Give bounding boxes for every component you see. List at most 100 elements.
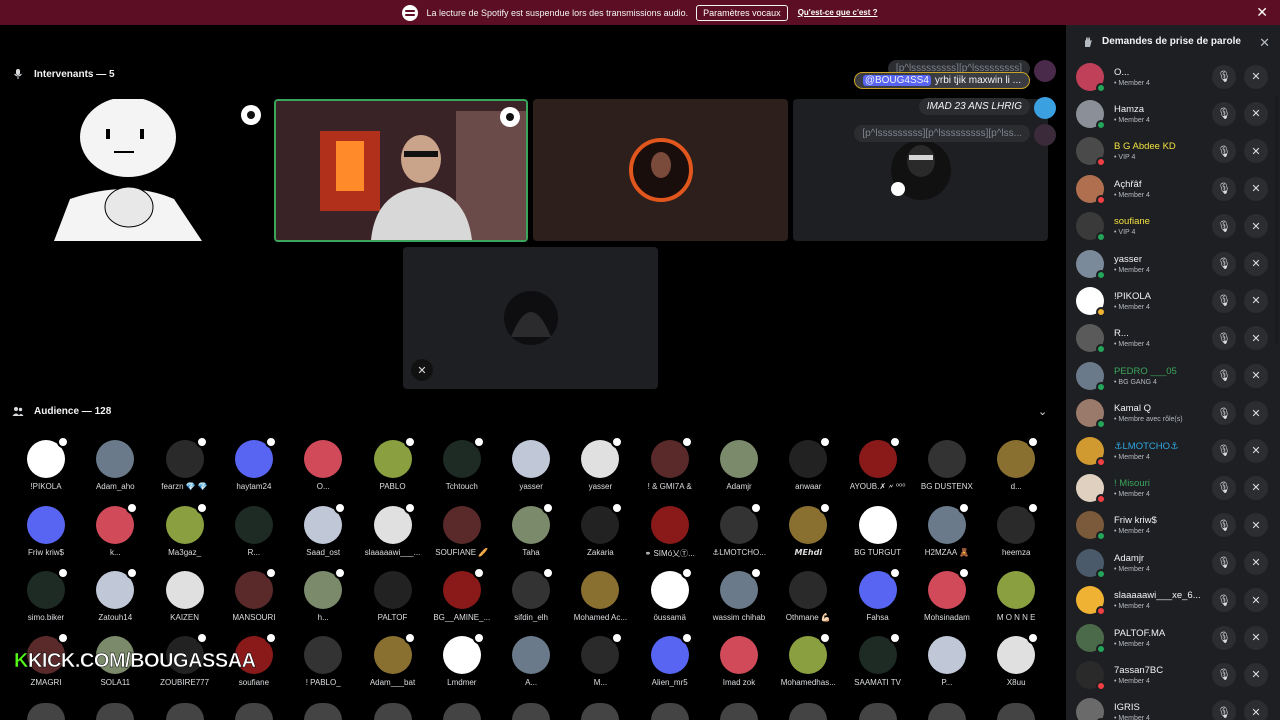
audience-member[interactable]: Alien_mr5 [634, 632, 706, 687]
dismiss-request-button[interactable]: ✕ [1244, 176, 1268, 201]
dismiss-request-button[interactable]: ✕ [1244, 363, 1268, 388]
audience-member[interactable]: fearzn 💎 💎 [149, 436, 221, 491]
request-item[interactable]: Adamjr • Member 4 🎙 ✕ [1066, 544, 1280, 581]
audience-member[interactable]: ⚓LMOTCHO... [703, 502, 775, 557]
pin-icon[interactable] [500, 107, 520, 127]
audience-member[interactable]: PABLO [357, 436, 429, 491]
speaker-tile[interactable]: ✕ [403, 247, 658, 389]
invite-to-speak-button[interactable]: 🎙 [1212, 513, 1236, 538]
request-item[interactable]: !PIKOLA • Member 4 🎙 ✕ [1066, 282, 1280, 319]
audience-member[interactable]: Taha [495, 502, 567, 557]
invite-to-speak-button[interactable]: 🎙 [1212, 214, 1236, 239]
audience-header[interactable]: Audience — 128 [12, 405, 111, 417]
audience-member[interactable]: öussamä [634, 567, 706, 622]
request-item[interactable]: O... • Member 4 🎙 ✕ [1066, 58, 1280, 95]
invite-to-speak-button[interactable]: 🎙 [1212, 475, 1236, 500]
audience-member[interactable]: A... [495, 636, 567, 687]
dismiss-request-button[interactable]: ✕ [1244, 475, 1268, 500]
dismiss-request-button[interactable]: ✕ [1244, 700, 1268, 720]
close-icon[interactable]: ✕ [1256, 4, 1268, 21]
audience-member[interactable]: Tchtouch [426, 436, 498, 491]
request-item[interactable]: Friw kriw$ • Member 4 🎙 ✕ [1066, 507, 1280, 544]
audience-member[interactable]: !PIKOLA [10, 436, 82, 491]
invite-to-speak-button[interactable]: 🎙 [1212, 700, 1236, 720]
request-item[interactable]: ⚓LMOTCHO⚓ • Member 4 🎙 ✕ [1066, 432, 1280, 469]
invite-to-speak-button[interactable]: 🎙 [1212, 438, 1236, 463]
audience-member[interactable]: Lmdmer [426, 632, 498, 687]
dismiss-request-button[interactable]: ✕ [1244, 214, 1268, 239]
audience-member[interactable]: sifdin_elh [495, 567, 567, 622]
request-item[interactable]: B G Abdee KD • VIP 4 🎙 ✕ [1066, 133, 1280, 170]
audience-member[interactable]: AYOUB.✗ 🗲 ⁰⁰⁰ [842, 436, 914, 492]
dismiss-request-button[interactable]: ✕ [1244, 326, 1268, 351]
invite-to-speak-button[interactable]: 🎙 [1212, 625, 1236, 650]
audience-member[interactable]: KAIZEN [149, 571, 221, 622]
dismiss-request-button[interactable]: ✕ [1244, 662, 1268, 687]
dismiss-request-button[interactable]: ✕ [1244, 288, 1268, 313]
audience-member[interactable]: H2MZAA 🧸 [911, 502, 983, 557]
audience-member[interactable]: SAAMATI TV [842, 632, 914, 687]
invite-to-speak-button[interactable]: 🎙 [1212, 64, 1236, 89]
audience-member[interactable]: Mohsinadam [911, 567, 983, 622]
audience-member[interactable]: ! PABLO_ [287, 636, 359, 687]
request-item[interactable]: Hamza • Member 4 🎙 ✕ [1066, 95, 1280, 132]
dismiss-request-button[interactable]: ✕ [1244, 251, 1268, 276]
audience-member[interactable]: ⚭ SIMó乂Ⓣ... [634, 506, 706, 559]
request-item[interactable]: R... • Member 4 🎙 ✕ [1066, 320, 1280, 357]
dismiss-request-button[interactable]: ✕ [1244, 139, 1268, 164]
invite-to-speak-button[interactable]: 🎙 [1212, 550, 1236, 575]
audience-member[interactable]: yasser [495, 440, 567, 491]
request-item[interactable]: Açhřâf • Member 4 🎙 ✕ [1066, 170, 1280, 207]
audience-member[interactable]: Zakaria [564, 502, 636, 557]
request-item[interactable]: Kamal Q • Membre avec rôle(s) 🎙 ✕ [1066, 395, 1280, 432]
pin-icon[interactable] [241, 105, 261, 125]
audience-member[interactable]: 𝙈𝙀𝙝𝙙𝙞 [772, 502, 844, 557]
invite-to-speak-button[interactable]: 🎙 [1212, 251, 1236, 276]
dismiss-request-button[interactable]: ✕ [1244, 101, 1268, 126]
invite-to-speak-button[interactable]: 🎙 [1212, 363, 1236, 388]
scrollbar[interactable] [1275, 95, 1278, 345]
dismiss-request-button[interactable]: ✕ [1244, 513, 1268, 538]
dismiss-request-button[interactable]: ✕ [1244, 438, 1268, 463]
audience-member[interactable]: yasser [564, 436, 636, 491]
audience-member[interactable]: d... [980, 436, 1052, 491]
invite-to-speak-button[interactable]: 🎙 [1212, 101, 1236, 126]
invite-to-speak-button[interactable]: 🎙 [1212, 326, 1236, 351]
audience-member[interactable]: O... [287, 440, 359, 491]
audience-member[interactable]: R... [218, 506, 290, 557]
audience-member[interactable]: MANSOURI [218, 567, 290, 622]
audience-member[interactable]: heemza [980, 502, 1052, 557]
request-item[interactable]: PEDRO ___05 • BG GANG 4 🎙 ✕ [1066, 357, 1280, 394]
speaker-tile[interactable] [793, 99, 1048, 241]
close-icon[interactable]: ✕ [1259, 35, 1270, 51]
invite-to-speak-button[interactable]: 🎙 [1212, 662, 1236, 687]
audience-member[interactable]: Mohamedhas... [772, 632, 844, 687]
audience-member[interactable]: M O N N E [980, 571, 1052, 622]
audience-member[interactable]: ! & GMI7A & [634, 436, 706, 491]
audience-member[interactable]: BG__AMINE_... [426, 567, 498, 622]
request-item[interactable]: slaaaaawi___xe_6... • Member 4 🎙 ✕ [1066, 582, 1280, 619]
audience-member[interactable]: wassim chihab [703, 567, 775, 622]
audience-member[interactable]: Zatouh14 [79, 567, 151, 622]
audience-member[interactable]: anwaar [772, 436, 844, 491]
request-item[interactable]: 7assan7BC • Member 4 🎙 ✕ [1066, 656, 1280, 693]
audience-member[interactable]: Ma3gaz_ [149, 502, 221, 557]
invite-to-speak-button[interactable]: 🎙 [1212, 588, 1236, 613]
audience-member[interactable]: PALTOF [357, 571, 429, 622]
audience-member[interactable]: X8uu [980, 632, 1052, 687]
audience-member[interactable]: Friw kriw$ [10, 506, 82, 557]
speaker-tile-video[interactable] [274, 99, 528, 242]
invite-to-speak-button[interactable]: 🎙 [1212, 176, 1236, 201]
audience-member[interactable]: Adam_aho [79, 440, 151, 491]
dismiss-request-button[interactable]: ✕ [1244, 588, 1268, 613]
speaker-tile[interactable] [14, 99, 269, 241]
dismiss-request-button[interactable]: ✕ [1244, 64, 1268, 89]
audience-member[interactable]: P... [911, 636, 983, 687]
request-item[interactable]: IGRIS • Member 4 🎙 ✕ [1066, 694, 1280, 720]
request-item[interactable]: PALTOF.MA • Member 4 🎙 ✕ [1066, 619, 1280, 656]
audience-member[interactable]: k... [79, 502, 151, 557]
audience-member[interactable]: Adamjr [703, 440, 775, 491]
speaker-tile[interactable] [533, 99, 788, 241]
audience-member[interactable]: slaaaaawi___... [357, 502, 429, 557]
audience-member[interactable]: Mohamed Ac... [564, 571, 636, 622]
